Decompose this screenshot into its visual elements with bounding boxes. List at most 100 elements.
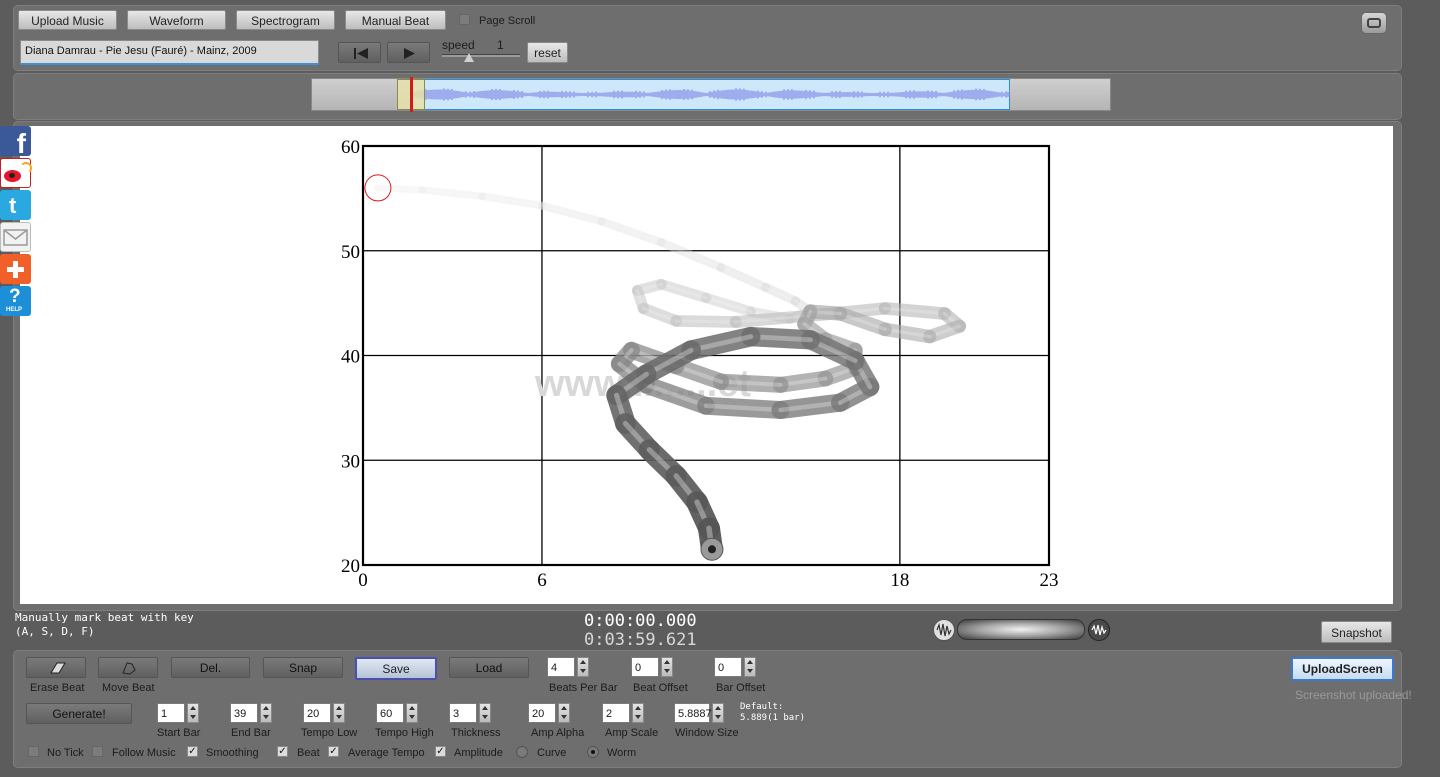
weibo-icon[interactable] <box>0 158 32 188</box>
eraser-icon <box>50 662 66 674</box>
amp-scale-label: Amp Scale <box>605 727 659 739</box>
smoothing-label: Smoothing <box>206 747 259 759</box>
rewind-button[interactable] <box>338 42 381 63</box>
reset-button[interactable]: reset <box>527 42 568 63</box>
bar-offset-label: Bar Offset <box>716 682 766 694</box>
y-tick-label: 50 <box>341 242 360 263</box>
window-size-default-line1: Default: <box>740 702 784 712</box>
start-bar-arrows[interactable] <box>187 703 199 723</box>
beats-per-bar-value[interactable]: 4 <box>547 657 575 677</box>
start-bar-value[interactable]: 1 <box>157 703 185 723</box>
snapshot-button[interactable]: Snapshot <box>1321 621 1392 643</box>
page-scroll-label: Page Scroll <box>479 15 536 27</box>
play-icon <box>404 48 415 59</box>
tempo-high-value[interactable]: 60 <box>376 703 404 723</box>
amp-scale-arrows[interactable] <box>632 703 644 723</box>
window-size-value[interactable]: 5.8887 <box>674 703 712 723</box>
curve-radio[interactable] <box>516 746 528 758</box>
y-tick-label: 20 <box>341 556 360 577</box>
end-bar-value[interactable]: 39 <box>230 703 258 723</box>
page-scroll-checkbox[interactable] <box>459 14 470 25</box>
window-size-arrows[interactable] <box>712 703 724 723</box>
end-bar-label: End Bar <box>231 727 271 739</box>
x-tick-label: 18 <box>890 570 909 591</box>
tempo-low-value[interactable]: 20 <box>303 703 331 723</box>
beat-offset-value[interactable]: 0 <box>631 657 659 677</box>
y-tick-label: 40 <box>341 347 360 368</box>
start-bar-label: Start Bar <box>157 727 201 739</box>
move-beat-button[interactable] <box>98 657 158 678</box>
track-title-field[interactable]: Diana Damrau - Pie Jesu (Fauré) - Mainz,… <box>20 40 319 65</box>
beat-checkbox[interactable]: ✓ <box>277 746 288 757</box>
worm-highlight <box>674 319 738 324</box>
x-tick-label: 23 <box>1040 570 1059 591</box>
worm-highlight <box>660 241 722 269</box>
delete-button[interactable]: Del. <box>171 657 250 678</box>
beat-offset-arrows[interactable] <box>661 657 673 677</box>
amp-alpha-value[interactable]: 20 <box>528 703 556 723</box>
follow-music-label: Follow Music <box>112 747 176 759</box>
amplitude-slider[interactable] <box>957 619 1085 640</box>
help-icon[interactable]: ? HELP <box>0 286 31 316</box>
beat-label: Beat <box>297 747 320 759</box>
erase-beat-button[interactable] <box>26 657 86 678</box>
erase-beat-label: Erase Beat <box>30 682 85 694</box>
play-button[interactable] <box>387 42 430 63</box>
twitter-icon[interactable]: t <box>0 190 31 220</box>
speed-slider[interactable] <box>442 53 520 63</box>
no-tick-checkbox[interactable] <box>28 746 39 757</box>
worm-highlight <box>540 204 603 223</box>
speed-label: speed <box>442 38 475 52</box>
facebook-icon[interactable]: f <box>0 126 31 159</box>
move-beat-label: Move Beat <box>102 682 155 694</box>
manual-beat-hint-line2: (A, S, D, F) <box>15 625 95 638</box>
spectrum-amp-icon[interactable] <box>1088 619 1110 641</box>
manual-beat-hint-line1: Manually mark beat with key <box>15 611 194 624</box>
track-title-text: Diana Damrau - Pie Jesu (Fauré) - Mainz,… <box>25 45 257 57</box>
worm-highlight <box>719 266 767 289</box>
fullscreen-icon[interactable] <box>1361 12 1387 34</box>
playhead-marker[interactable] <box>410 77 413 112</box>
email-icon[interactable] <box>0 222 31 252</box>
y-tick-label: 30 <box>341 451 360 472</box>
thickness-arrows[interactable] <box>479 703 491 723</box>
tempo-worm-chart[interactable]: www.........et0618236050403020 <box>20 126 1393 604</box>
follow-music-checkbox[interactable] <box>92 746 103 757</box>
y-tick-label: 60 <box>341 137 360 158</box>
window-size-default-line2: 5.889(1 bar) <box>740 713 806 723</box>
upload-screen-button[interactable]: UploadScreen <box>1291 657 1394 681</box>
waveform-button[interactable]: Waveform <box>127 10 226 30</box>
spectrogram-button[interactable]: Spectrogram <box>236 10 335 30</box>
worm-radio[interactable] <box>587 746 599 758</box>
speed-value: 1 <box>497 38 504 52</box>
current-time: 0:00:00.000 <box>584 611 697 631</box>
amplitude-checkbox[interactable]: ✓ <box>435 746 446 757</box>
bar-offset-value[interactable]: 0 <box>714 657 742 677</box>
waveform-amp-icon[interactable] <box>933 619 955 641</box>
save-button[interactable]: Save <box>355 657 437 680</box>
share-plus-icon[interactable] <box>0 254 31 284</box>
amp-scale-value[interactable]: 2 <box>602 703 630 723</box>
amplitude-label: Amplitude <box>454 747 503 759</box>
manual-beat-button[interactable]: Manual Beat <box>345 10 446 30</box>
bar-offset-arrows[interactable] <box>744 657 756 677</box>
window-size-label: Window Size <box>675 727 739 739</box>
total-time: 0:03:59.621 <box>584 630 697 650</box>
thickness-value[interactable]: 3 <box>449 703 477 723</box>
beats-per-bar-label: Beats Per Bar <box>549 682 618 694</box>
snap-button[interactable]: Snap <box>263 657 343 678</box>
upload-music-button[interactable]: Upload Music <box>18 10 117 30</box>
tempo-high-arrows[interactable] <box>406 703 418 723</box>
no-tick-label: No Tick <box>47 747 84 759</box>
tempo-low-arrows[interactable] <box>333 703 345 723</box>
worm-label: Worm <box>607 747 637 759</box>
load-button[interactable]: Load <box>449 657 529 678</box>
average-tempo-checkbox[interactable]: ✓ <box>328 746 339 757</box>
speed-slider-handle[interactable] <box>464 53 474 62</box>
smoothing-checkbox[interactable]: ✓ <box>187 746 198 757</box>
amp-alpha-arrows[interactable] <box>558 703 570 723</box>
end-bar-arrows[interactable] <box>260 703 272 723</box>
skip-back-icon <box>354 48 368 59</box>
generate-button[interactable]: Generate! <box>26 703 132 724</box>
beats-per-bar-arrows[interactable] <box>577 657 589 677</box>
